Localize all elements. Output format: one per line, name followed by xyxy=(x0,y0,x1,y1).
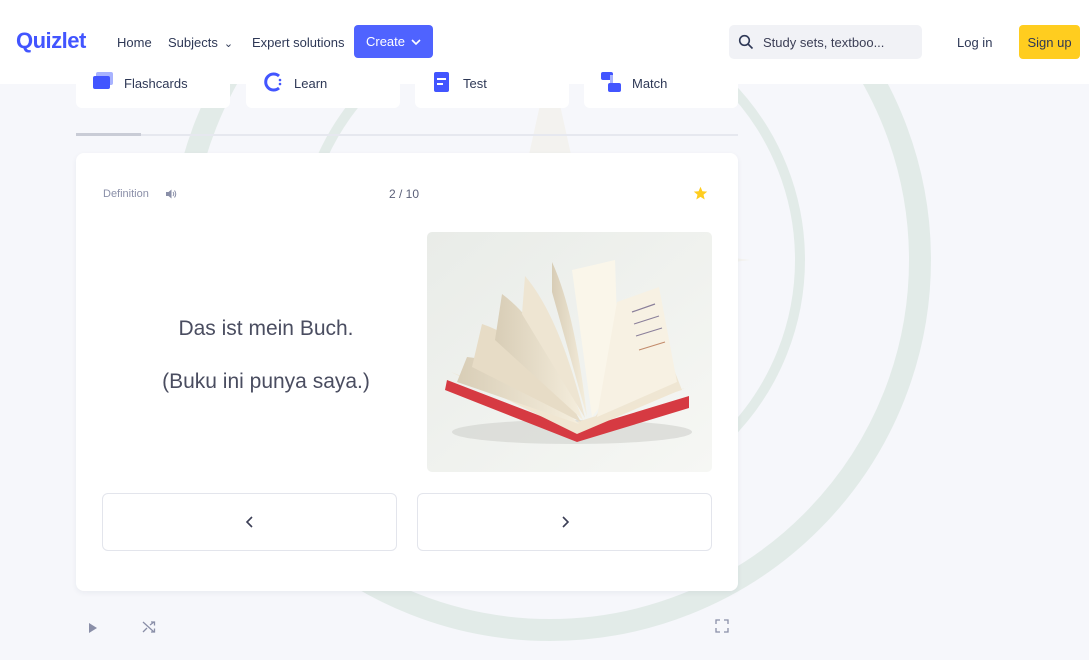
card-side-label: Definition xyxy=(103,188,149,200)
chevron-down-icon xyxy=(411,38,421,45)
speaker-icon[interactable] xyxy=(165,188,177,200)
nav-home-link[interactable]: Home xyxy=(117,35,152,50)
mode-match[interactable]: Match xyxy=(584,60,738,108)
mode-learn-label: Learn xyxy=(294,76,328,91)
mode-test[interactable]: Test xyxy=(415,60,569,108)
card-counter: 2 / 10 xyxy=(389,187,420,201)
chevron-down-icon: ⌄ xyxy=(223,38,234,50)
match-icon xyxy=(601,72,621,92)
signup-button[interactable]: Sign up xyxy=(1019,25,1080,59)
mode-flashcards-label: Flashcards xyxy=(124,76,188,91)
quizlet-logo[interactable]: Quizlet xyxy=(16,28,86,54)
flashcards-icon xyxy=(93,72,113,89)
mode-flashcards[interactable]: Flashcards xyxy=(76,60,230,108)
test-icon xyxy=(434,72,449,92)
mode-learn[interactable]: Learn xyxy=(246,60,400,108)
shuffle-icon[interactable] xyxy=(141,619,157,635)
chevron-left-icon xyxy=(245,516,253,528)
search-placeholder: Study sets, textboo... xyxy=(763,34,885,50)
nav-expert-solutions-link[interactable]: Expert solutions xyxy=(252,35,345,50)
play-icon[interactable] xyxy=(88,622,98,634)
fullscreen-icon[interactable] xyxy=(715,619,729,633)
card-text-translation: (Buku ini punya saya.) xyxy=(162,370,370,393)
open-book-image xyxy=(427,232,712,472)
tab-divider-active xyxy=(76,133,141,136)
mode-test-label: Test xyxy=(463,76,487,91)
card-text-german: Das ist mein Buch. xyxy=(178,317,354,340)
nav-subjects-label: Subjects xyxy=(168,35,218,50)
chevron-right-icon xyxy=(561,516,569,528)
next-card-button[interactable] xyxy=(417,493,712,551)
create-button[interactable]: Create xyxy=(354,25,433,58)
learn-icon xyxy=(264,72,282,92)
previous-card-button[interactable] xyxy=(102,493,397,551)
star-icon[interactable] xyxy=(693,186,708,201)
login-link[interactable]: Log in xyxy=(957,35,992,50)
tab-divider xyxy=(76,134,738,136)
search-icon xyxy=(738,34,754,50)
nav-subjects-menu[interactable]: Subjects ⌄ xyxy=(168,35,233,50)
create-button-label: Create xyxy=(365,34,406,49)
mode-match-label: Match xyxy=(632,76,668,91)
flashcard[interactable]: Definition 2 / 10 Das ist mein Buch. (Bu… xyxy=(76,153,738,591)
search-input[interactable]: Study sets, textboo... xyxy=(729,25,922,59)
